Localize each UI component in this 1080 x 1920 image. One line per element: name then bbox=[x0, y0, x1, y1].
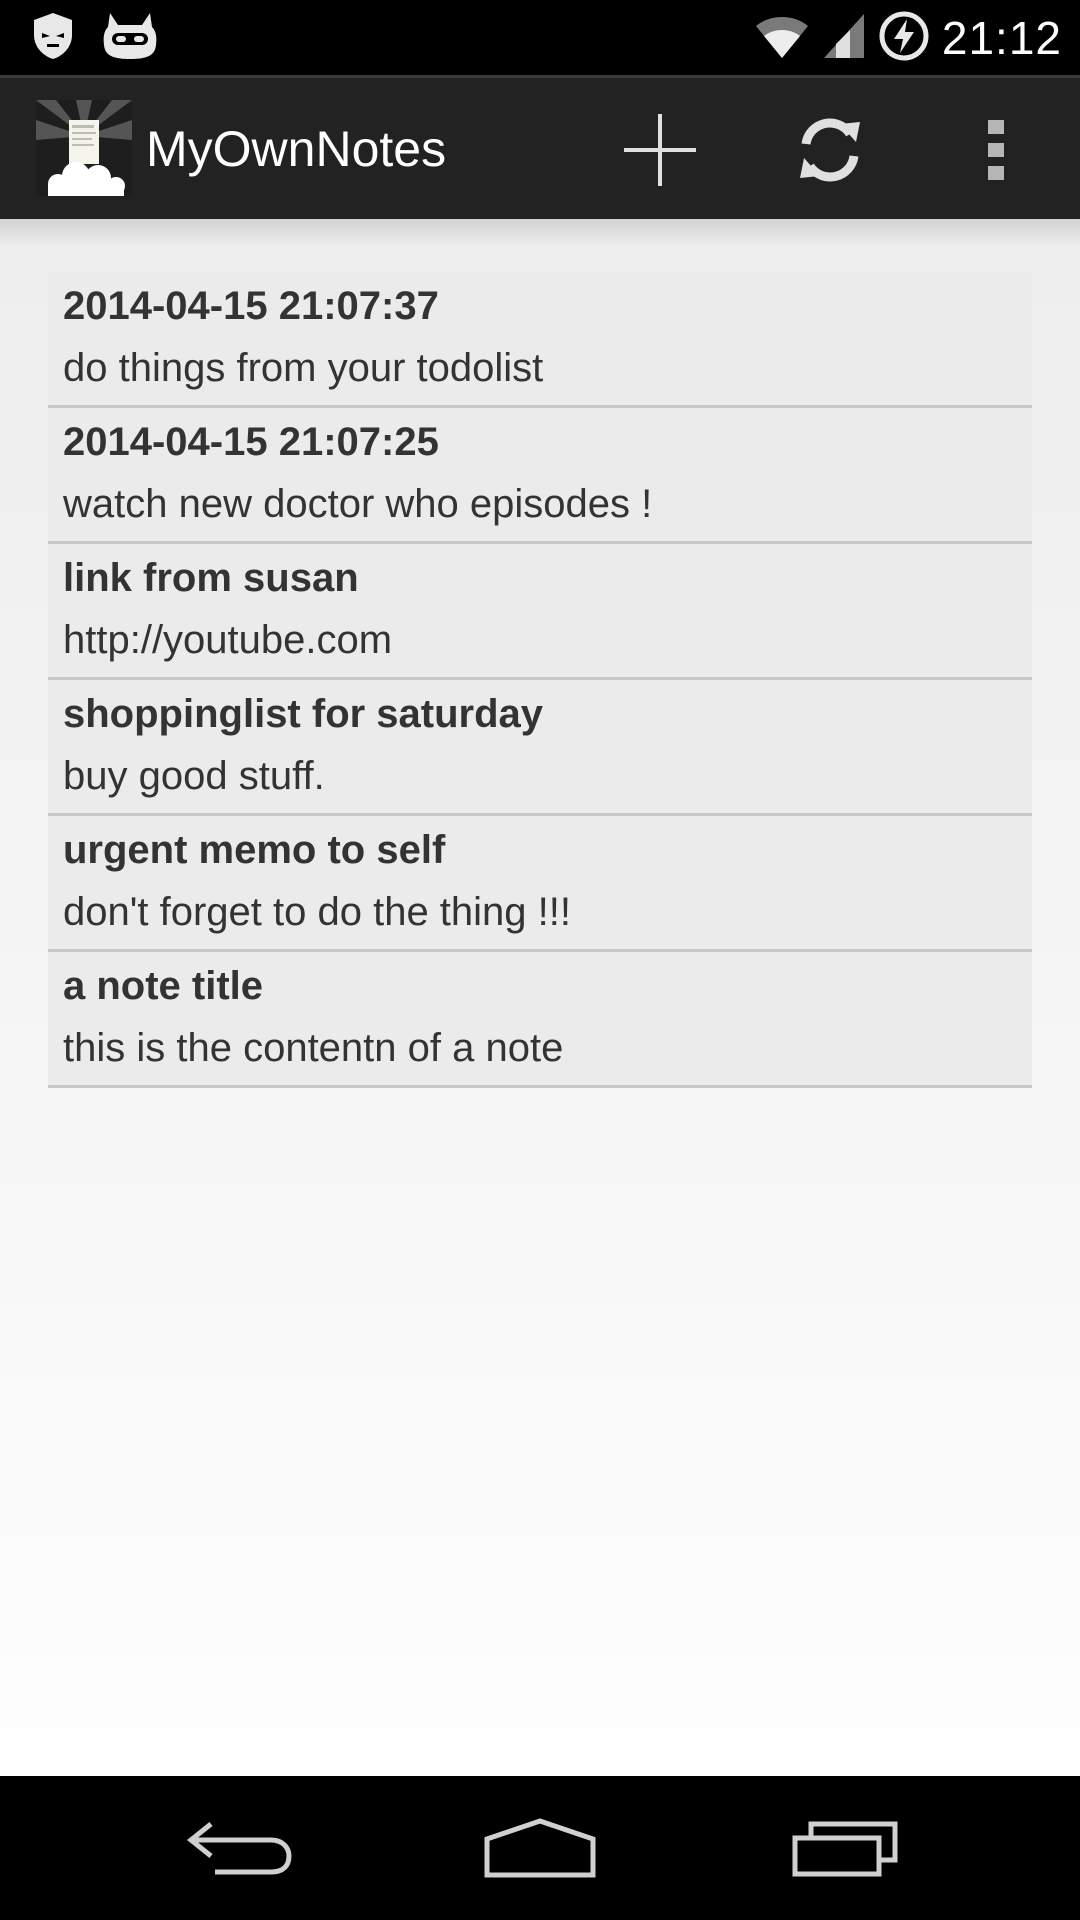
note-list-item[interactable]: 2014-04-15 21:07:37 do things from your … bbox=[48, 272, 1032, 408]
recent-apps-icon bbox=[792, 1821, 898, 1877]
battery-charging-icon bbox=[878, 10, 930, 66]
note-title: a note title bbox=[63, 964, 264, 1008]
home-icon bbox=[484, 1818, 596, 1878]
note-title: shoppinglist for saturday bbox=[63, 692, 544, 736]
recent-apps-button[interactable] bbox=[780, 1798, 910, 1898]
note-content: do things from your todolist bbox=[63, 346, 544, 390]
back-button[interactable] bbox=[175, 1798, 305, 1898]
sync-icon bbox=[800, 118, 860, 182]
overflow-menu-icon bbox=[988, 120, 1004, 180]
app-title: MyOwnNotes bbox=[146, 121, 447, 177]
note-list-item[interactable]: urgent memo to self don't forget to do t… bbox=[48, 816, 1032, 952]
navigation-bar bbox=[0, 1776, 1080, 1920]
home-button[interactable] bbox=[475, 1798, 605, 1898]
action-bar: MyOwnNotes bbox=[0, 75, 1080, 219]
action-bar-shadow bbox=[0, 219, 1080, 247]
sync-button[interactable] bbox=[780, 100, 880, 200]
back-icon bbox=[186, 1822, 292, 1875]
note-list-item[interactable]: link from susan http://youtube.com bbox=[48, 544, 1032, 680]
cyanogen-mascot-icon bbox=[102, 11, 158, 65]
signal-icon bbox=[822, 12, 866, 64]
add-icon bbox=[624, 114, 696, 186]
shield-notification-icon bbox=[30, 11, 76, 65]
app-logo-icon[interactable] bbox=[36, 100, 132, 196]
note-list-item[interactable]: a note title this is the contentn of a n… bbox=[48, 952, 1032, 1088]
note-content: watch new doctor who episodes ! bbox=[63, 482, 653, 526]
note-content: http://youtube.com bbox=[63, 618, 393, 662]
note-title: 2014-04-15 21:07:37 bbox=[63, 284, 439, 328]
note-content: don't forget to do the thing !!! bbox=[63, 890, 571, 934]
note-title: 2014-04-15 21:07:25 bbox=[63, 420, 439, 464]
status-time: 21:12 bbox=[941, 12, 1062, 64]
note-content: buy good stuff. bbox=[63, 754, 325, 798]
status-bar: 21:12 bbox=[0, 0, 1080, 75]
wifi-icon bbox=[754, 12, 810, 64]
note-list-item[interactable]: shoppinglist for saturday buy good stuff… bbox=[48, 680, 1032, 816]
note-content: this is the contentn of a note bbox=[63, 1026, 564, 1070]
overflow-menu-button[interactable] bbox=[946, 100, 1046, 200]
notes-list: 2014-04-15 21:07:37 do things from your … bbox=[48, 272, 1032, 1088]
add-note-button[interactable] bbox=[610, 100, 710, 200]
note-title: link from susan bbox=[63, 556, 359, 600]
note-list-item[interactable]: 2014-04-15 21:07:25 watch new doctor who… bbox=[48, 408, 1032, 544]
note-title: urgent memo to self bbox=[63, 828, 446, 872]
